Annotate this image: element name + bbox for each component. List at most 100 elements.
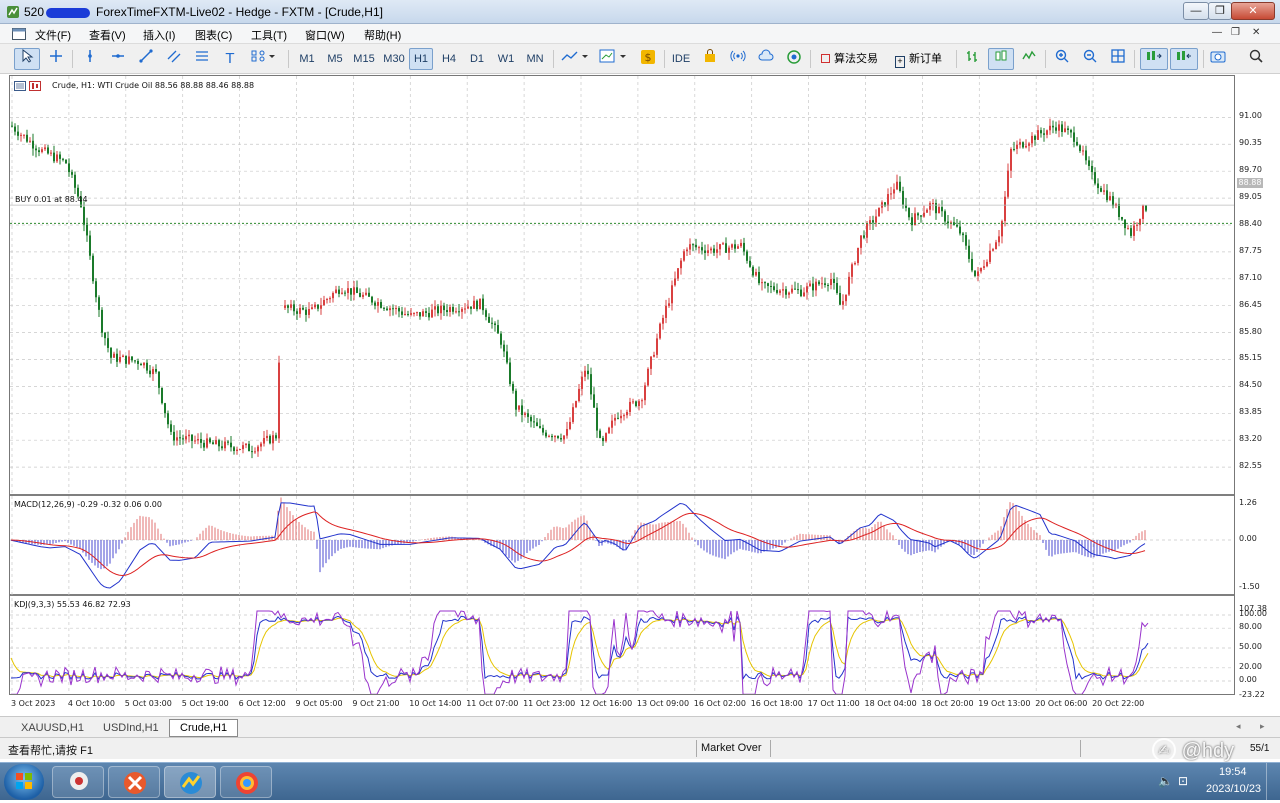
menu-file[interactable]: 文件(F)	[35, 27, 71, 43]
timeframe-mn[interactable]: MN	[521, 48, 549, 70]
show-desktop-button[interactable]	[1266, 763, 1280, 801]
timeframe-h1[interactable]: H1	[409, 48, 433, 70]
community-button[interactable]	[782, 48, 806, 70]
candle-body	[749, 260, 751, 267]
child-minimize-button[interactable]: —	[1212, 27, 1222, 38]
timeframe-d1[interactable]: D1	[465, 48, 489, 70]
timeframe-h4[interactable]: H4	[437, 48, 461, 70]
candle-body	[53, 152, 55, 162]
timeframe-m30[interactable]: M30	[380, 48, 408, 70]
templates-button[interactable]	[596, 48, 632, 70]
candle-body	[566, 429, 568, 436]
tab-usdind[interactable]: USDInd,H1	[92, 719, 170, 737]
bar-chart-button[interactable]	[960, 48, 984, 70]
chart-shift-button[interactable]	[1140, 48, 1168, 70]
zoom-in-button[interactable]	[1050, 48, 1074, 70]
market-button[interactable]	[698, 48, 722, 70]
candle-body	[467, 306, 469, 309]
network-icon[interactable]: ⊡	[1178, 774, 1188, 788]
horizontal-line-icon	[112, 54, 124, 58]
menu-insert[interactable]: 插入(I)	[143, 27, 175, 43]
window-titlebar[interactable]: 520 ForexTimeFXTM-Live02 - Hedge - FXTM -…	[0, 0, 1280, 24]
tabs-scroll-left-icon[interactable]: ◂	[1236, 721, 1241, 732]
taskbar-mt5[interactable]	[164, 766, 216, 798]
child-restore-button[interactable]: ❐	[1231, 27, 1240, 38]
new-order-button[interactable]: + 新订单	[890, 48, 952, 70]
child-close-button[interactable]: ✕	[1252, 27, 1260, 38]
menu-window[interactable]: 窗口(W)	[305, 27, 345, 43]
candle-body	[74, 174, 76, 188]
tab-crude[interactable]: Crude,H1	[169, 719, 239, 737]
maximize-button[interactable]: ❐	[1208, 2, 1232, 20]
macd-header: MACD(12,26,9) -0.29 -0.32 0.06 0.00	[14, 500, 162, 509]
timeframe-m5[interactable]: M5	[322, 48, 348, 70]
candle-body	[887, 194, 889, 206]
watermark-logo: ✍	[1152, 738, 1176, 762]
candle-body	[395, 308, 397, 310]
volume-icon[interactable]: 🔈	[1158, 774, 1173, 788]
menu-view[interactable]: 查看(V)	[89, 27, 126, 43]
candle-body	[323, 299, 325, 306]
taskbar-app-1[interactable]	[52, 766, 104, 798]
candle-body	[1052, 125, 1054, 128]
timeframe-m15[interactable]: M15	[350, 48, 378, 70]
crosshair-tool-button[interactable]	[44, 48, 68, 70]
line-chart-button[interactable]	[1017, 48, 1041, 70]
zoom-in-icon	[1055, 49, 1069, 63]
algo-trading-button[interactable]: 算法交易	[816, 48, 886, 70]
fibonacci-button[interactable]	[190, 48, 214, 70]
clock-time[interactable]: 19:54	[1219, 766, 1247, 778]
candle-body	[1106, 190, 1108, 201]
candle-body	[734, 244, 736, 249]
candle-body	[599, 430, 601, 438]
start-button[interactable]	[4, 764, 44, 800]
ide-button[interactable]: IDE	[668, 48, 694, 70]
chart-type-button[interactable]	[558, 48, 594, 70]
candlestick-button[interactable]	[988, 48, 1014, 70]
status-profile[interactable]: Market Over	[701, 742, 762, 754]
menu-tools[interactable]: 工具(T)	[251, 27, 287, 43]
candle-body	[803, 292, 805, 297]
tile-windows-button[interactable]	[1106, 48, 1130, 70]
price-axis-label: 87.75	[1239, 245, 1262, 255]
timeframe-m1[interactable]: M1	[294, 48, 320, 70]
vertical-line-button[interactable]	[78, 48, 102, 70]
screenshot-button[interactable]	[1206, 48, 1230, 70]
candle-body	[113, 353, 115, 358]
cursor-tool-button[interactable]	[14, 48, 40, 70]
office-app-icon	[124, 772, 146, 794]
channel-button[interactable]	[162, 48, 186, 70]
candle-body	[557, 435, 559, 439]
price-axis[interactable]: 91.00 90.35 89.70 89.05 88.40 87.75 87.10 86.45…	[1235, 75, 1280, 699]
taskbar-browser[interactable]	[220, 766, 272, 798]
trendline-button[interactable]	[134, 48, 158, 70]
menu-chart[interactable]: 图表(C)	[195, 27, 232, 43]
close-button[interactable]: ✕	[1231, 2, 1275, 20]
candle-body	[623, 415, 625, 417]
chart-window[interactable]: Crude, H1: WTI Crude Oil 88.56 88.88 88.…	[9, 75, 1235, 695]
autotrading-button[interactable]: $	[636, 48, 660, 70]
minimize-button[interactable]: —	[1183, 2, 1209, 20]
tabs-scroll-right-icon[interactable]: ▸	[1260, 721, 1265, 732]
vps-button[interactable]	[754, 48, 778, 70]
candle-body	[404, 313, 406, 315]
candle-body	[614, 417, 616, 421]
chart-canvas[interactable]	[10, 76, 1234, 694]
candle-body	[659, 323, 661, 339]
text-tool-button[interactable]: T	[218, 48, 242, 70]
menu-help[interactable]: 帮助(H)	[364, 27, 401, 43]
clock-date[interactable]: 2023/10/23	[1206, 783, 1261, 795]
tab-xauusd[interactable]: XAUUSD,H1	[10, 719, 95, 737]
taskbar-app-2[interactable]	[108, 766, 160, 798]
horizontal-line-button[interactable]	[106, 48, 130, 70]
shapes-menu-button[interactable]	[246, 48, 282, 70]
signals-button[interactable]	[726, 48, 750, 70]
timeframe-w1[interactable]: W1	[493, 48, 519, 70]
search-button[interactable]	[1244, 48, 1268, 70]
candle-body	[668, 303, 670, 306]
autoscroll-button[interactable]	[1170, 48, 1198, 70]
macd-axis-label: 0.00	[1239, 534, 1257, 543]
zoom-out-button[interactable]	[1078, 48, 1102, 70]
chart-window-icon[interactable]	[12, 28, 26, 40]
candle-body	[197, 439, 199, 441]
